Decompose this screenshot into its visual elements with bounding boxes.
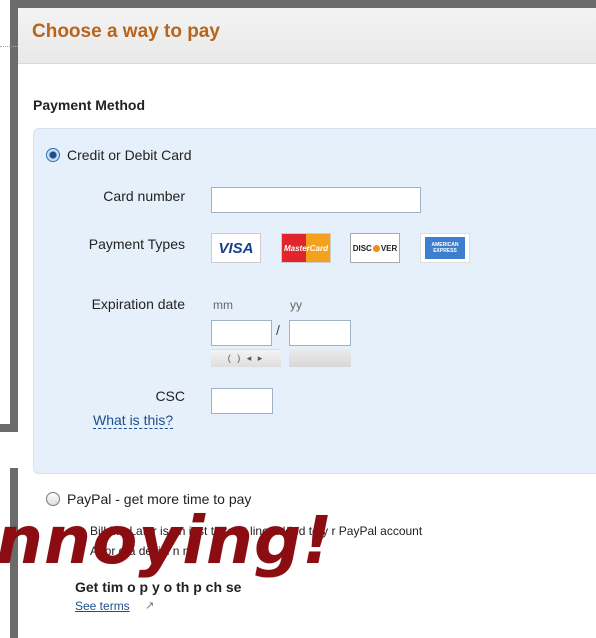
discover-logo-icon: DISC VER <box>350 233 400 263</box>
see-terms-link[interactable]: See terms <box>75 599 130 613</box>
payment-method-heading: Payment Method <box>33 97 146 113</box>
expiration-stepper-scrollbar[interactable]: ( ) ◂ ▸ <box>211 349 281 367</box>
annoying-overlay-caption: nnoying! <box>0 502 334 579</box>
credit-card-radio[interactable] <box>46 148 60 162</box>
csc-label: CSC <box>155 388 185 404</box>
page-header: Choose a way to pay <box>18 8 596 64</box>
credit-card-label: Credit or Debit Card <box>67 147 192 163</box>
amex-logo-icon: AMERICAN EXPRESS <box>420 233 470 263</box>
mastercard-logo-icon: MasterCard <box>281 233 331 263</box>
expiration-year-input[interactable] <box>289 320 351 346</box>
expiration-year-hint: yy <box>290 298 302 312</box>
frame-dotted-line <box>0 46 18 47</box>
csc-input[interactable] <box>211 388 273 414</box>
paypal-time-to-pay-text: Get tim o p y o th p ch se <box>75 579 242 595</box>
expiration-year-scrollbar[interactable] <box>289 349 351 367</box>
frame-connector-side <box>0 424 18 432</box>
card-number-input[interactable] <box>211 187 421 213</box>
expiration-date-label: Expiration date <box>91 296 185 312</box>
expiration-month-hint: mm <box>213 298 233 312</box>
external-link-icon: ↗ <box>145 600 155 612</box>
expiration-separator: / <box>276 322 280 338</box>
payment-types-label: Payment Types <box>88 236 185 252</box>
csc-help-link[interactable]: What is this? <box>93 412 174 429</box>
visa-logo-icon: VISA <box>211 233 261 263</box>
frame-top-border <box>10 0 596 8</box>
frame-left-border <box>10 0 18 430</box>
expiration-month-input[interactable] <box>211 320 272 346</box>
card-number-label: Card number <box>103 188 185 204</box>
page-title: Choose a way to pay <box>32 21 220 42</box>
